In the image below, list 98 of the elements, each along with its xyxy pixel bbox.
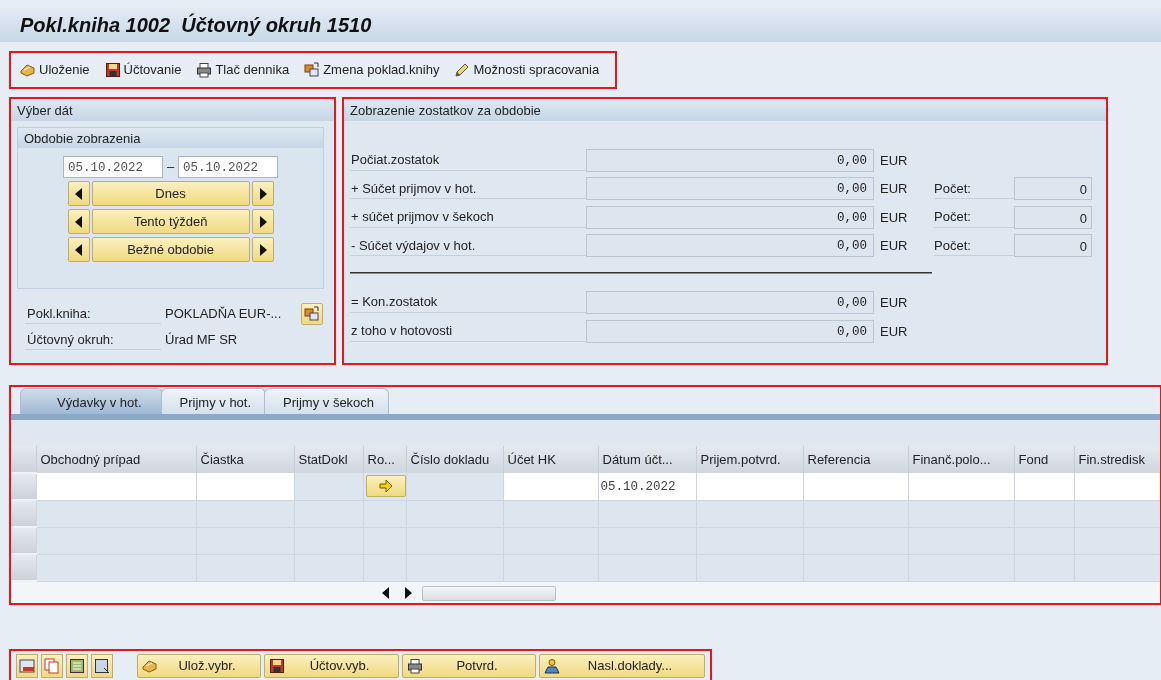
tab[interactable]: Prijmy v hot. [160,388,267,414]
row-header[interactable] [10,446,36,473]
field-label: Pokl.kniha: [25,303,161,325]
date-from-field[interactable]: 05.10.2022 [62,156,163,178]
date-separator: – [166,158,175,177]
screen-title: Pokl.kniha 1002 Účtovný okruh 1510 [20,12,372,38]
column-header: Finanč.polo... [908,446,1014,473]
column-header: Referencia [803,446,908,473]
column-header: Prijem.potvrd. [696,446,803,473]
window-swap-icon [304,306,320,322]
table-cell[interactable]: 05.10.2022 [598,473,696,500]
table-cell[interactable] [1014,473,1074,500]
row-selector[interactable] [10,473,36,500]
amount-field: 0,00 [586,205,874,229]
amount-field: 0,00 [586,291,874,314]
currency: EUR [879,180,909,198]
previous-button[interactable] [67,209,90,234]
amount-field: 0,00 [586,177,874,201]
table-cell [294,500,363,527]
table-cell[interactable] [696,473,803,500]
column-header: Číslo dokladu [406,446,503,473]
amount-field: 0,00 [586,148,874,172]
person-icon [544,658,560,674]
icon-button[interactable] [16,654,38,678]
field-value: Úrad MF SR [164,331,239,350]
balance-label: - Súčet výdajov v hot. [350,235,586,256]
balance-label: Počiat.zostatok [350,150,586,171]
toolbar-button[interactable]: Možnosti spracovania [452,58,609,82]
field-label: Účtovný okruh: [25,329,161,351]
column-header: Dátum účt... [598,446,696,473]
currency: EUR [879,237,909,255]
date-text: 05.10.2022 [600,479,676,494]
balance-label: = Kon.zostatok [350,292,586,313]
icon-button[interactable] [66,654,88,678]
currency: EUR [879,208,909,227]
column-header: Fond [1014,446,1074,473]
printer-icon [407,658,423,674]
row-selector[interactable] [10,554,36,581]
footer-button[interactable]: Ulož.vybr. [137,654,261,678]
tab[interactable]: Výdavky v hot. [20,388,163,414]
column-header: Fin.stredisk [1074,446,1161,473]
panel-title: Výber dát [11,99,334,121]
change-button[interactable] [301,303,323,325]
table-cell[interactable] [1074,473,1161,500]
next-button[interactable] [251,209,274,234]
period-button[interactable]: Dnes [91,181,250,206]
list-icon [69,658,85,674]
previous-button[interactable] [67,181,90,206]
table-cell[interactable] [908,473,1014,500]
table-cell[interactable] [503,473,598,500]
previous-button[interactable] [67,237,90,262]
table-cell[interactable] [196,473,294,500]
arrow-right-icon [377,478,394,495]
footer-button[interactable]: Potvrd. [402,654,536,678]
footer-button[interactable]: Účtov.vyb. [264,654,399,678]
count-field: 0 [1014,205,1092,229]
period-button[interactable]: Tento týždeň [91,209,250,234]
panel-title: Zobrazenie zostatkov za obdobie [344,99,1106,121]
next-button[interactable] [251,237,274,262]
column-header: StatDokl [294,446,363,473]
window-swap-icon [304,62,321,78]
table-cell[interactable] [803,473,908,500]
icon-button[interactable] [91,654,113,678]
page-icon [94,658,110,674]
period-button[interactable]: Bežné obdobie [91,237,250,262]
toolbar-button[interactable]: Uloženie [18,58,99,82]
currency: EUR [879,151,909,170]
toolbar-button[interactable]: Zmena poklad.knihy [302,58,449,82]
table-cell [294,554,363,581]
balance-label: + súčet prijmov v šekoch [350,207,586,228]
row-selector[interactable] [10,527,36,554]
scrollbar-thumb[interactable] [422,585,556,601]
pencil-icon [454,62,471,78]
count-field: 0 [1014,177,1092,201]
next-button[interactable] [251,181,274,206]
count-field: 0 [1014,234,1092,258]
group-title: Obdobie zobrazenia [18,128,323,148]
table-icon [19,658,35,674]
column-header: Ro... [363,446,406,473]
column-header: Účet HK [503,446,598,473]
amount-field: 0,00 [586,234,874,258]
copy-icon [44,658,60,674]
footer-button[interactable]: Nasl.doklady... [539,654,705,678]
currency: EUR [879,322,909,341]
balance-label: z toho v hotovosti [350,321,586,342]
table-cell[interactable] [36,473,196,500]
toolbar-button[interactable]: Účtovanie [102,58,191,82]
field-value: POKLADŇA EUR-... [164,305,283,324]
date-to-field[interactable]: 05.10.2022 [178,156,279,178]
column-header: Obchodný prípad [36,446,196,473]
toolbar-button[interactable]: Tlač dennika [194,58,299,82]
tab[interactable]: Prijmy v šekoch [264,388,390,414]
column-header: Čiastka [196,446,294,473]
currency: EUR [879,293,909,312]
printer-icon [196,62,213,78]
balance-label: + Súčet prijmov v hot. [350,178,586,199]
amount-field: 0,00 [586,319,874,343]
row-selector[interactable] [10,500,36,527]
